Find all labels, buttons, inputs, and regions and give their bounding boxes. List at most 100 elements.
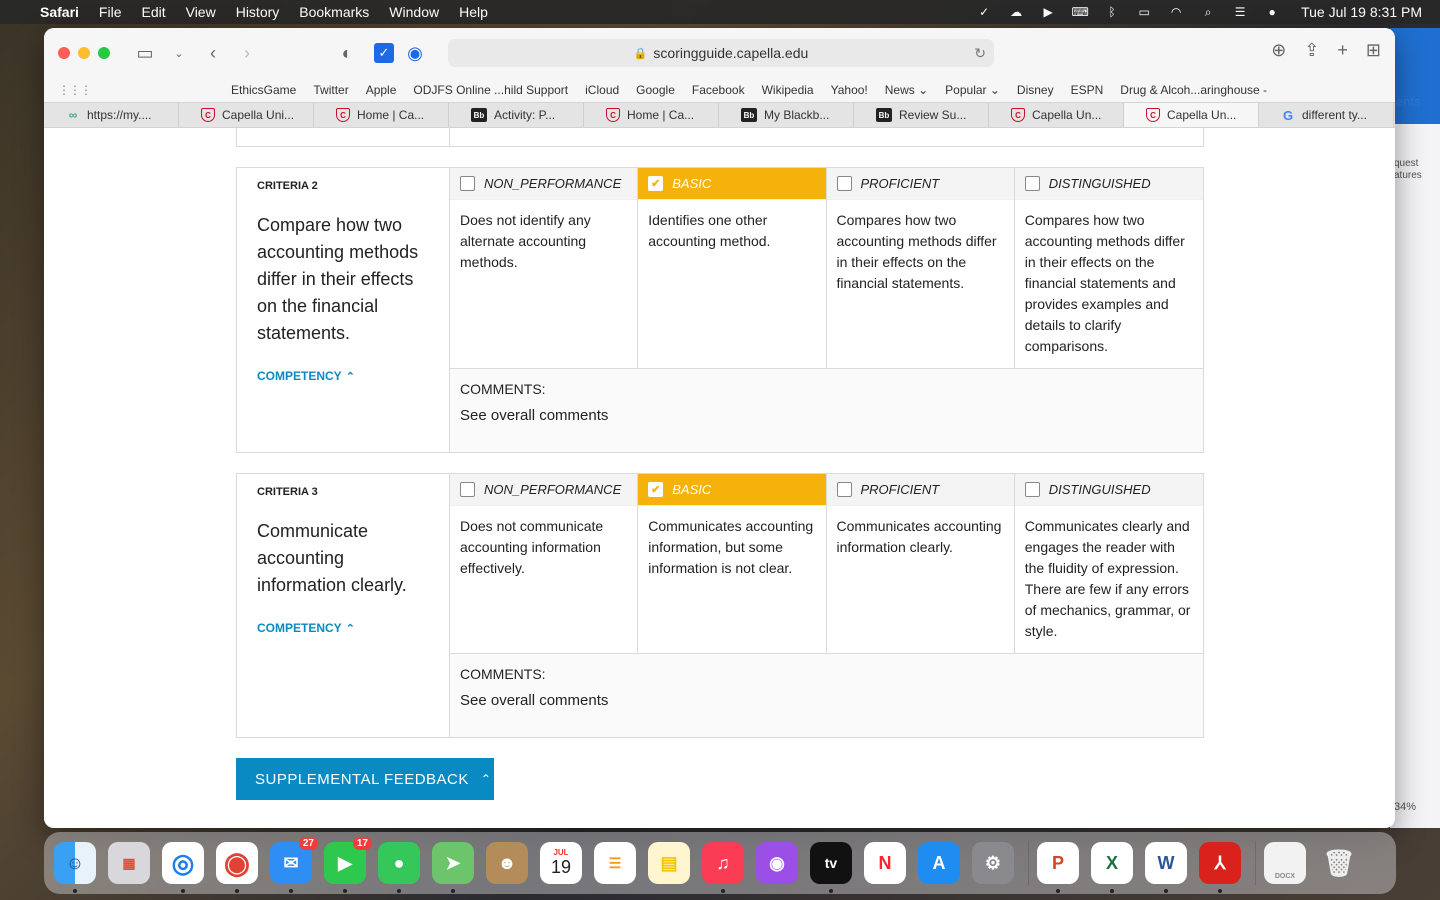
- excel-icon[interactable]: X: [1091, 842, 1133, 893]
- messages-icon[interactable]: ●: [378, 842, 420, 893]
- powerpoint-icon[interactable]: P: [1037, 842, 1079, 893]
- music-icon[interactable]: ♫: [702, 842, 744, 893]
- share-icon[interactable]: ⇪: [1304, 40, 1319, 61]
- level-checkbox[interactable]: [836, 176, 852, 191]
- system-preferences-icon[interactable]: ⚙: [972, 842, 1014, 884]
- reload-icon[interactable]: ↻: [974, 45, 986, 62]
- favorite-item[interactable]: News ⌄: [885, 83, 928, 97]
- checkbox-extension-icon[interactable]: ✓: [374, 43, 394, 63]
- chrome-icon[interactable]: ◉: [216, 842, 258, 893]
- browser-tab[interactable]: C Home | Ca...: [584, 103, 719, 127]
- menu-app-name[interactable]: Safari: [40, 4, 79, 20]
- tab-overview-icon[interactable]: ⊞: [1366, 40, 1381, 61]
- menu-bookmarks[interactable]: Bookmarks: [299, 4, 369, 20]
- checkmark-icon[interactable]: ✔: [648, 176, 664, 191]
- wifi-icon[interactable]: ◠: [1167, 5, 1185, 19]
- reminders-icon[interactable]: ☰: [594, 842, 636, 884]
- new-tab-icon[interactable]: +: [1337, 40, 1348, 61]
- extension-icon[interactable]: ◉: [402, 40, 428, 66]
- level-checkbox[interactable]: [836, 482, 852, 497]
- podcasts-icon[interactable]: ◉: [756, 842, 798, 884]
- document-icon[interactable]: DOCX: [1264, 842, 1306, 884]
- menu-help[interactable]: Help: [459, 4, 488, 20]
- menu-file[interactable]: File: [99, 4, 122, 20]
- mail-icon[interactable]: ✉ 27: [270, 837, 318, 893]
- back-icon[interactable]: ‹: [200, 40, 226, 66]
- bluetooth-icon[interactable]: ᛒ: [1103, 5, 1121, 19]
- apple-tv-icon[interactable]: tv: [810, 842, 852, 893]
- downloads-icon[interactable]: ⊕: [1271, 40, 1286, 61]
- favorite-item[interactable]: Yahoo!: [831, 83, 868, 97]
- menu-edit[interactable]: Edit: [141, 4, 165, 20]
- supplemental-feedback-button[interactable]: SUPPLEMENTAL FEEDBACK ⌃: [236, 758, 494, 800]
- grammarly-icon[interactable]: ✓: [975, 5, 993, 19]
- browser-tab-active[interactable]: C Capella Un...: [1124, 103, 1259, 127]
- favorite-item[interactable]: Wikipedia: [762, 83, 814, 97]
- favorite-item[interactable]: Popular ⌄: [945, 83, 1000, 97]
- word-icon[interactable]: W: [1145, 842, 1187, 893]
- level-header[interactable]: NON_PERFORMANCE: [450, 474, 638, 506]
- safari-icon[interactable]: ◎: [162, 842, 204, 893]
- facetime-icon[interactable]: ▶ 17: [324, 837, 372, 893]
- control-center-icon[interactable]: ☰: [1231, 5, 1249, 19]
- acrobat-icon[interactable]: ⅄: [1199, 842, 1241, 893]
- level-header-selected[interactable]: ✔ BASIC: [638, 474, 826, 506]
- forward-icon[interactable]: ›: [234, 40, 260, 66]
- zoom-window-button[interactable]: [98, 47, 110, 59]
- address-bar[interactable]: 🔒 scoringguide.capella.edu ↻: [448, 39, 994, 67]
- finder-icon[interactable]: ☺: [54, 842, 96, 893]
- level-header[interactable]: DISTINGUISHED: [1014, 168, 1203, 200]
- favorite-item[interactable]: iCloud: [585, 83, 619, 97]
- app-store-icon[interactable]: A: [918, 842, 960, 884]
- browser-tab[interactable]: Bb Review Su...: [854, 103, 989, 127]
- competency-toggle[interactable]: COMPETENCY ⌃: [257, 369, 429, 383]
- browser-tab[interactable]: Bb Activity: P...: [449, 103, 584, 127]
- close-window-button[interactable]: [58, 47, 70, 59]
- level-checkbox[interactable]: [1024, 176, 1040, 191]
- level-header[interactable]: PROFICIENT: [826, 474, 1014, 506]
- calendar-icon[interactable]: JUL 19: [540, 842, 582, 884]
- battery-icon[interactable]: ▭: [1135, 5, 1153, 19]
- favorite-item[interactable]: Twitter: [313, 83, 348, 97]
- creative-cloud-icon[interactable]: ☁: [1007, 5, 1025, 19]
- checkmark-icon[interactable]: ✔: [648, 482, 664, 497]
- chevron-down-icon[interactable]: ⌄: [166, 40, 192, 66]
- level-header[interactable]: PROFICIENT: [826, 168, 1014, 200]
- browser-tab[interactable]: ∞ https://my....: [44, 103, 179, 127]
- minimize-window-button[interactable]: [78, 47, 90, 59]
- level-header[interactable]: NON_PERFORMANCE: [450, 168, 638, 200]
- level-checkbox[interactable]: [1024, 482, 1040, 497]
- level-header-selected[interactable]: ✔ BASIC: [638, 168, 826, 200]
- favorites-grid-icon[interactable]: ⋮⋮⋮: [58, 83, 92, 97]
- launchpad-icon[interactable]: ▦: [108, 842, 150, 884]
- favorite-item[interactable]: Apple: [366, 83, 397, 97]
- menu-view[interactable]: View: [186, 4, 216, 20]
- browser-tab[interactable]: Gdifferent ty...: [1259, 103, 1394, 127]
- favorite-item[interactable]: Drug & Alcoh...aringhouse -: [1120, 83, 1267, 97]
- maps-icon[interactable]: ➤: [432, 842, 474, 893]
- level-header[interactable]: DISTINGUISHED: [1014, 474, 1203, 506]
- sidebar-toggle-icon[interactable]: ▭: [132, 40, 158, 66]
- news-icon[interactable]: N: [864, 842, 906, 884]
- browser-tab[interactable]: C Home | Ca...: [314, 103, 449, 127]
- privacy-shield-icon[interactable]: ◐: [334, 40, 360, 66]
- menu-clock[interactable]: Tue Jul 19 8:31 PM: [1301, 4, 1422, 20]
- keyboard-icon[interactable]: ⌨: [1071, 5, 1089, 19]
- contacts-icon[interactable]: ☻: [486, 842, 528, 884]
- favorite-item[interactable]: Facebook: [692, 83, 745, 97]
- trash-icon[interactable]: 🗑: [1318, 842, 1360, 884]
- menu-window[interactable]: Window: [389, 4, 439, 20]
- notes-icon[interactable]: ▤: [648, 842, 690, 884]
- browser-tab[interactable]: C Capella Un...: [989, 103, 1124, 127]
- browser-tab[interactable]: Bb My Blackb...: [719, 103, 854, 127]
- browser-tab[interactable]: C Capella Uni...: [179, 103, 314, 127]
- favorite-item[interactable]: ESPN: [1071, 83, 1104, 97]
- competency-toggle[interactable]: COMPETENCY ⌃: [257, 621, 429, 635]
- favorite-item[interactable]: EthicsGame: [231, 83, 296, 97]
- level-checkbox[interactable]: [460, 176, 475, 191]
- menu-history[interactable]: History: [236, 4, 280, 20]
- favorite-item[interactable]: ODJFS Online ...hild Support: [413, 83, 568, 97]
- spotlight-search-icon[interactable]: ⌕: [1199, 5, 1217, 19]
- favorite-item[interactable]: Google: [636, 83, 675, 97]
- level-checkbox[interactable]: [460, 482, 475, 497]
